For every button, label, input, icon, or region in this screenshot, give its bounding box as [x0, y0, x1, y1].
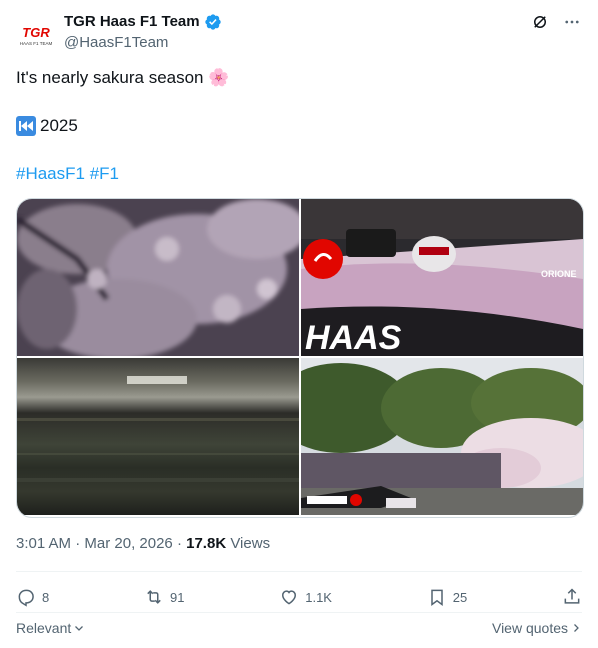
tweet-time[interactable]: 3:01 AM: [16, 535, 71, 552]
view-quotes-link[interactable]: View quotes: [492, 618, 582, 638]
tweet-header: TGR HAAS F1 TEAM TGR Haas F1 Team @HaasF…: [16, 10, 582, 54]
heart-icon: [282, 590, 297, 605]
views-label: Views: [230, 535, 271, 552]
avatar[interactable]: TGR HAAS F1 TEAM: [16, 14, 56, 54]
rewind-emoji-icon: [16, 116, 36, 136]
more-options-icon[interactable]: [562, 12, 582, 32]
reply-button[interactable]: 8: [16, 587, 49, 607]
bookmark-button[interactable]: 25: [427, 587, 467, 607]
image-cherry-blossom-closeup[interactable]: [17, 199, 299, 356]
retweet-icon: [147, 590, 161, 604]
media-grid: HAAS ORIONE: [16, 198, 584, 518]
chevron-down-icon: [75, 626, 84, 631]
action-bar: 8 91 1.1K 25: [16, 584, 582, 610]
avatar-logo-text: TGR: [22, 25, 50, 40]
chevron-right-icon: [574, 624, 579, 632]
retweet-button[interactable]: 91: [144, 587, 184, 607]
share-icon: [564, 588, 580, 604]
svg-text:ORIONE: ORIONE: [541, 269, 577, 279]
hashtag-link[interactable]: #HaasF1: [16, 164, 85, 183]
cherry-blossom-emoji-icon: 🌸: [208, 68, 230, 87]
share-button[interactable]: [562, 587, 582, 607]
bookmark-count: 25: [452, 589, 468, 605]
tweet-line-1: It's nearly sakura season 🌸: [16, 66, 229, 90]
meta-separator: ·: [176, 535, 182, 552]
sort-dropdown[interactable]: Relevant: [16, 618, 85, 638]
like-button[interactable]: 1.1K: [279, 587, 332, 607]
tgr-logo-icon: TGR HAAS F1 TEAM: [16, 14, 56, 54]
image-car-trees-cherry-blossom[interactable]: [301, 358, 583, 515]
bookmark-icon: [431, 589, 443, 606]
author-handle[interactable]: @HaasF1Team: [64, 33, 222, 53]
reply-icon: [18, 589, 34, 607]
meta-separator: ·: [75, 535, 81, 552]
verified-badge-icon: [204, 14, 221, 30]
tweet-line-2-text: 2025: [40, 116, 78, 135]
tweet-date[interactable]: Mar 20, 2026: [84, 535, 172, 552]
svg-text:HAAS: HAAS: [305, 319, 402, 356]
hashtag-link[interactable]: #F1: [90, 164, 119, 183]
views-count: 17.8K: [186, 535, 227, 552]
replies-footer: Relevant View quotes: [16, 618, 582, 638]
tweet-line-1-text: It's nearly sakura season: [16, 68, 204, 87]
image-motion-blur-track[interactable]: [17, 358, 299, 515]
divider: [16, 612, 582, 613]
tweet-meta: 3:01 AM · Mar 20, 2026 · 17.8K Views: [16, 534, 270, 554]
retweet-count: 91: [170, 589, 185, 605]
author-display-name[interactable]: TGR Haas F1 Team: [64, 12, 200, 32]
like-count: 1.1K: [305, 589, 332, 605]
divider: [16, 571, 582, 572]
grok-icon[interactable]: [530, 12, 550, 32]
sort-label: Relevant: [16, 620, 72, 636]
image-haas-car-pink-livery[interactable]: HAAS ORIONE: [301, 199, 583, 356]
tweet-hashtags: #HaasF1 #F1: [16, 162, 119, 186]
reply-count: 8: [42, 589, 50, 605]
avatar-logo-subtext: HAAS F1 TEAM: [20, 41, 53, 46]
view-quotes-label: View quotes: [491, 620, 568, 636]
tweet-line-2: 2025: [16, 114, 78, 138]
